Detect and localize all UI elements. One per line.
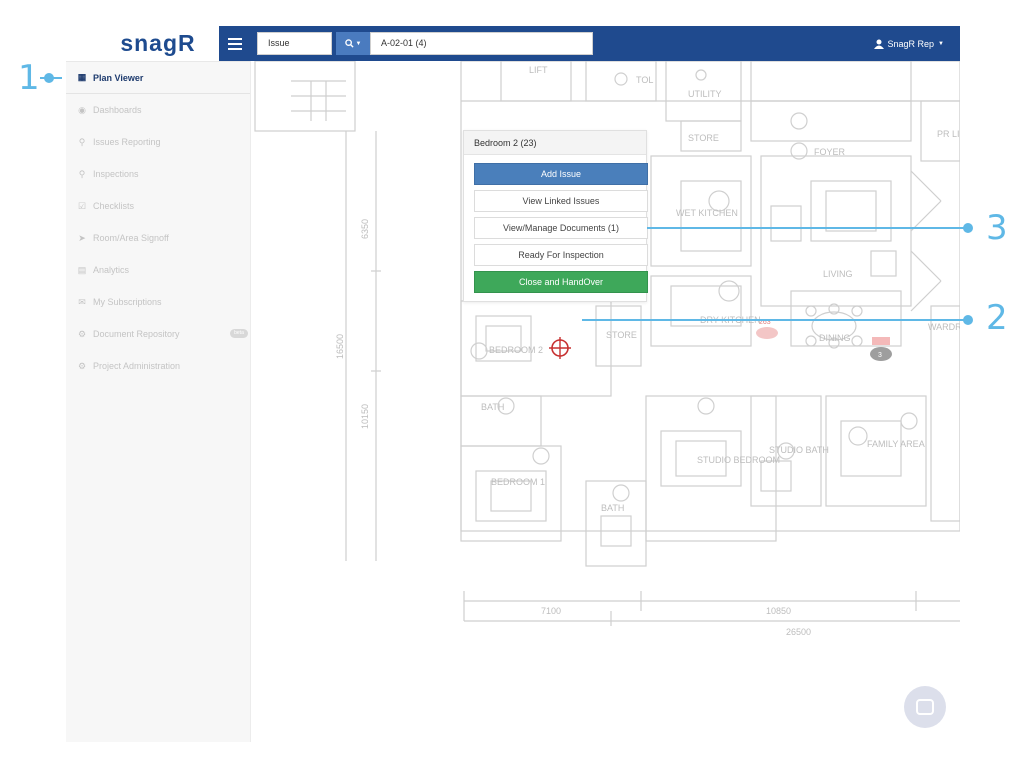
search-button[interactable]: ▼ [336,32,370,55]
plan-label-family-area: FAMILY AREA [867,439,925,449]
checkbox-icon: ☑ [77,200,87,211]
sidebar-item-document-repository[interactable]: ⚙ Document Repository beta [66,318,250,350]
image-icon: ▦ [77,72,87,82]
plan-label-lift: LIFT [529,65,548,75]
menu-toggle-button[interactable] [219,26,251,61]
callout-line-2 [582,319,970,321]
top-navbar: Issue ▼ A-02-01 (4) SnagR Rep ▼ [219,26,960,61]
plan-label-foyer: FOYER [814,147,846,157]
dimension-label: 6350 [360,219,370,239]
plan-label-wet-kitchen: WET KITCHEN [676,208,738,218]
sidebar-item-plan-viewer[interactable]: ▦ Plan Viewer [66,62,250,94]
plan-label-utility: UTILITY [688,89,722,99]
plan-label-bath-2: BATH [601,503,624,513]
user-icon [873,39,884,49]
hamburger-icon-bar [228,47,242,50]
callout-dot-3 [963,223,973,233]
app-logo: snagR [120,30,196,56]
sidebar-item-project-administration[interactable]: ⚙ Project Administration [66,350,250,382]
plan-label-dining: DINING [819,333,851,343]
caret-down-icon: ▼ [355,40,362,47]
user-name: SnagR Rep [887,38,935,49]
plan-label-studio-bath: STUDIO BATH [769,445,829,455]
issue-marker-3[interactable]: 3 [870,337,892,361]
view-linked-issues-button[interactable]: View Linked Issues [474,190,648,212]
plan-label-bath: BATH [481,402,504,412]
dimension-label: 26500 [786,627,811,637]
gears-icon: ⚙ [77,360,87,371]
plan-label-living: LIVING [823,269,853,279]
ready-for-inspection-button[interactable]: Ready For Inspection [474,244,648,266]
sidebar-item-analytics[interactable]: ▤ Analytics [66,254,250,286]
sidebar-item-label: Analytics [93,265,130,275]
sidebar-item-inspections[interactable]: ⚲ Inspections [66,158,250,190]
callout-number-3: 3 [986,208,1008,248]
add-issue-button[interactable]: Add Issue [474,163,648,185]
plan-label-bedroom-2: BEDROOM 2 [489,345,543,355]
search-icon [344,39,354,48]
callout-number-1: 1 [18,58,40,98]
user-menu[interactable]: SnagR Rep ▼ [873,26,944,61]
chat-launcher-button[interactable] [904,686,946,728]
sidebar-item-label: Dashboards [93,105,142,115]
plan-label-store: STORE [688,133,719,143]
sidebar-item-label: Project Administration [93,361,181,371]
plan-label-pr-lift: PR LIFT [937,129,960,139]
hamburger-icon-bar [228,42,242,45]
sidebar-item-label: Issues Reporting [93,137,161,147]
repository-icon: ⚙ [77,328,87,339]
envelope-icon: ✉ [78,296,86,307]
sidebar-item-my-subscriptions[interactable]: ✉ My Subscriptions [66,286,250,318]
beta-badge: beta [230,329,248,338]
sidebar-item-label: Plan Viewer [93,72,144,83]
crosshair-target-icon[interactable] [549,337,571,359]
sidebar: snagR ▦ Plan Viewer ◉ Dashboards ⚲ Issue… [66,26,251,742]
hamburger-icon-bar [228,37,242,40]
map-marker-icon: ⚲ [78,136,86,147]
callout-number-2: 2 [986,298,1008,338]
dashboard-icon: ◉ [78,104,86,115]
sidebar-item-label: Document Repository [93,329,180,339]
callout-line-3 [647,227,970,229]
send-icon: ➤ [78,232,86,243]
sidebar-item-label: Room/Area Signoff [93,233,169,243]
sidebar-item-dashboards[interactable]: ◉ Dashboards [66,94,250,126]
search-type-select[interactable]: Issue [257,32,332,55]
dimension-label: 10150 [360,404,370,429]
sidebar-item-label: My Subscriptions [93,297,162,307]
callout-dot-2 [963,315,973,325]
callout-dot-1 [44,73,54,83]
plan-label-studio-bedroom: STUDIO BEDROOM [697,455,780,465]
bar-chart-icon: ▤ [77,264,87,275]
svg-text:3: 3 [878,352,882,359]
sidebar-item-room-area-signoff[interactable]: ➤ Room/Area Signoff [66,222,250,254]
close-and-handover-button[interactable]: Close and HandOver [474,271,648,293]
dimension-label: 7100 [541,606,561,616]
dimension-label: 16500 [335,334,345,359]
caret-down-icon: ▼ [938,40,944,47]
plan-label-toilet: TOL [636,75,653,85]
room-popup: Bedroom 2 (23) Add Issue View Linked Iss… [463,130,648,302]
issue-marker-263[interactable]: 263 [756,319,778,339]
app-window: snagR ▦ Plan Viewer ◉ Dashboards ⚲ Issue… [66,26,960,742]
search-icon: ⚲ [78,168,86,179]
sidebar-item-issues-reporting[interactable]: ⚲ Issues Reporting [66,126,250,158]
room-popup-title: Bedroom 2 (23) [464,131,646,155]
sidebar-item-label: Checklists [93,201,135,211]
search-input[interactable]: A-02-01 (4) [370,32,593,55]
sidebar-item-checklists[interactable]: ☑ Checklists [66,190,250,222]
view-manage-documents-button[interactable]: View/Manage Documents (1) [474,217,648,239]
plan-label-wardrobe: WARDR [928,322,960,332]
sidebar-item-label: Inspections [93,169,139,179]
chat-icon [916,699,934,715]
plan-label-bedroom-1: BEDROOM 1 [491,477,545,487]
plan-label-store-2: STORE [606,330,637,340]
dimension-label: 10850 [766,606,791,616]
